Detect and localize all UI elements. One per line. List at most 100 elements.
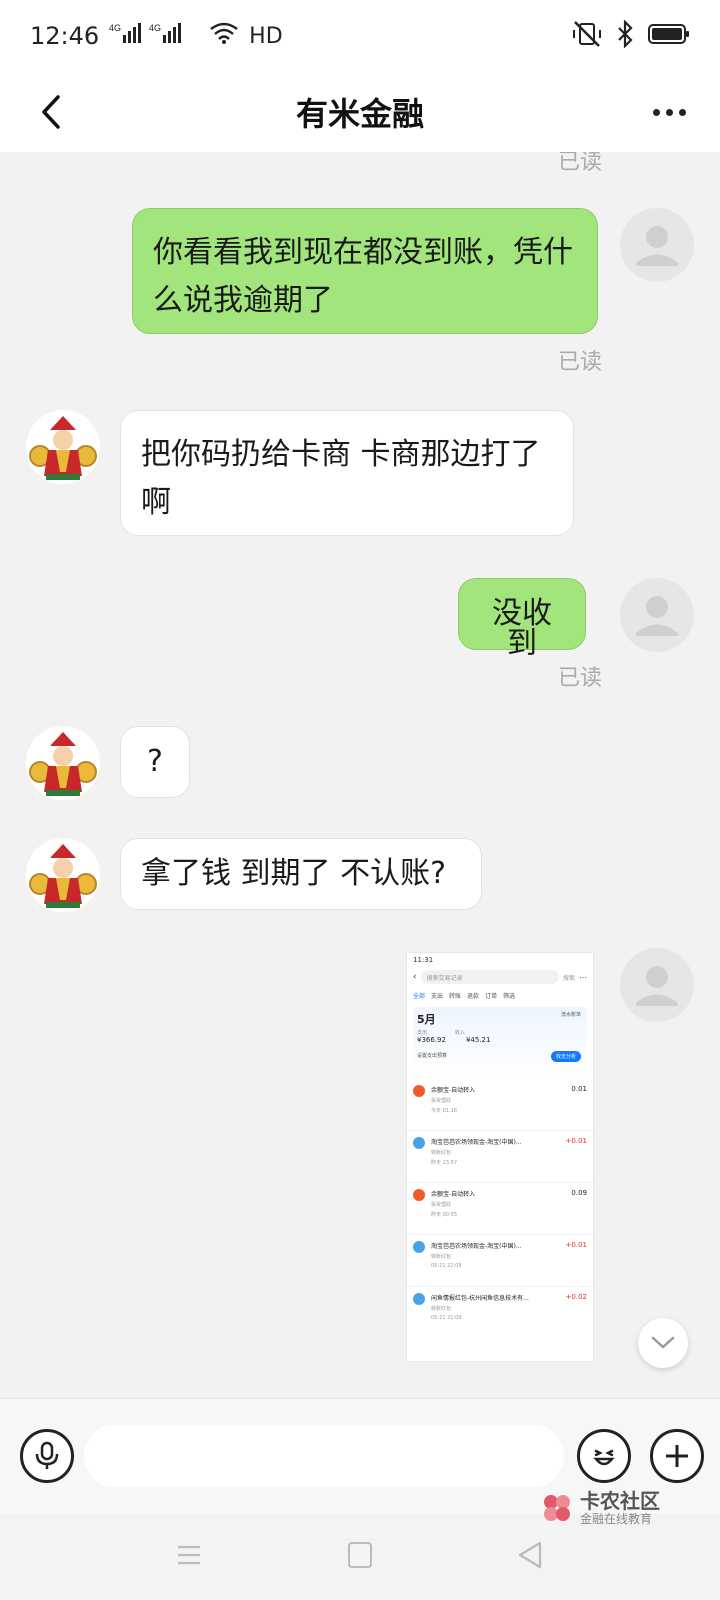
avatar[interactable] [620,948,694,1022]
shot-tab: 订单 [485,993,498,1000]
shot-back-icon: ‹ [413,972,417,982]
shot-tab: 退款 [467,993,480,1000]
shot-record-amount: +0.02 [565,1293,587,1301]
avatar[interactable] [26,838,100,912]
more-dot [652,108,660,116]
shot-searchbar: ‹ 搜索交易记录 搜索 ⋯ [407,967,593,987]
shot-record-sub: 转账红包 [431,1150,452,1156]
menu-icon [178,1545,200,1565]
shot-record-sub: 投资理财 [431,1098,452,1104]
more-button[interactable] [644,86,694,138]
voice-button[interactable] [20,1429,74,1483]
shot-record-amount: +0.01 [565,1241,587,1249]
shot-income-value: ¥45.21 [465,1036,491,1044]
svg-text:4G: 4G [109,23,121,33]
emoji-icon [593,1449,615,1466]
user-avatar-icon [413,1137,425,1149]
shot-statusbar: 11:31 [407,953,593,967]
page-title: 有米金融 [295,95,424,133]
message-bubble-me[interactable]: 你看看我到现在都没到账，凭什么说我逾期了 [132,208,598,334]
back-button[interactable] [26,86,76,138]
shot-record-title: 余额宝-自动转入 [431,1191,476,1198]
chevron-down-icon [651,1336,675,1349]
svg-text:4G: 4G [149,23,161,33]
shot-more-icon: ⋯ [579,972,587,982]
shot-tab: 转账 [449,993,462,1000]
message-bubble-them[interactable]: 拿了钱 到期了 不认账? [120,838,482,910]
status-right [572,19,690,52]
read-receipt: 已读 [557,152,602,175]
status-left: 12:46 4G 4G HD [30,21,283,51]
watermark-subtitle: 金融在线教育 [580,1512,653,1526]
shot-record-sub: 转账红包 [431,1254,452,1260]
shot-summary-card: 5月 流水账单 支出 收入 ¥366.92 ¥45.21 设置支出预算 收支分析 [413,1007,587,1077]
kanong-logo-icon [544,1495,570,1521]
shot-record-amount: 0.01 [571,1085,587,1093]
shot-record: 闲鱼情报红包-杭州闲鱼信息技术有... 转账红包 05-21 21:09 +0.… [407,1287,593,1339]
bluetooth-icon [616,19,634,52]
message-bubble-them[interactable]: 把你码扔给卡商 卡商那边打了啊 [120,410,574,536]
avatar[interactable] [620,208,694,282]
watermark-title: 卡农社区 [580,1489,660,1513]
shot-search-input: 搜索交易记录 [420,970,559,984]
user-avatar-icon [413,1241,425,1253]
avatar[interactable] [620,578,694,652]
message-input[interactable] [84,1425,564,1487]
shot-tab: 筛选 [503,993,516,1000]
shot-time: 11:31 [413,956,434,964]
chat-area[interactable]: 已读 你看看我到现在都没到账，凭什么说我逾期了 已读 把你码扔给卡商 卡商那边打… [0,152,720,1398]
shot-record-time: 今天 01:16 [431,1108,457,1114]
shot-record-title: 闲鱼情报红包-杭州闲鱼信息技术有... [431,1295,529,1302]
system-nav-bar [0,1514,720,1600]
user-avatar-icon [636,596,678,636]
plus-button[interactable] [650,1429,704,1483]
shot-analysis-button: 收支分析 [550,1051,581,1062]
shot-record-time: 昨天 23:57 [431,1160,457,1166]
back-triangle-icon [518,1541,542,1569]
home-button[interactable] [348,1542,372,1568]
message-bubble-me[interactable]: 没收到 [458,578,586,659]
shot-record-time: 05-21 21:09 [431,1315,462,1321]
avatar[interactable] [26,410,100,484]
hd-indicator: HD [249,23,283,49]
shot-income-label: 收入 [455,1030,466,1036]
shot-record: 淘宝芭芭农场领现金-淘宝(中国)... 转账红包 昨天 23:57 +0.01 [407,1131,593,1183]
avatar[interactable] [26,726,100,800]
shot-tab: 支出 [431,993,444,1000]
shot-record-title: 淘宝芭芭农场领现金-淘宝(中国)... [431,1243,522,1250]
signal-icon: 4G 4G [109,21,199,51]
shot-record-amount: 0.09 [571,1189,587,1197]
shot-record-title: 淘宝芭芭农场领现金-淘宝(中国)... [431,1139,522,1146]
status-bar: 12:46 4G 4G HD [0,0,720,72]
shot-record-title: 余额宝-自动转入 [431,1087,476,1094]
shot-record-time: 昨天 00:55 [431,1212,457,1218]
user-avatar-icon [636,226,678,266]
read-receipt: 已读 [557,666,602,691]
shot-record-amount: +0.01 [565,1137,587,1145]
more-dot [665,108,673,116]
wifi-icon [209,21,239,51]
image-message[interactable]: 11:31 ‹ 搜索交易记录 搜索 ⋯ 全部 支出 转账 退款 订单 筛选 5月… [406,952,594,1362]
plus-icon [666,1445,688,1467]
alipay-yuebao-icon [413,1189,425,1201]
scroll-to-bottom-button[interactable] [638,1318,688,1368]
shot-tabs: 全部 支出 转账 退款 订单 筛选 [407,987,593,1005]
shot-bill-link: 流水账单 [560,1012,581,1018]
shot-record-sub: 转账红包 [431,1306,452,1312]
emoji-button[interactable] [577,1429,631,1483]
message-bubble-them[interactable]: ? [120,726,190,798]
shot-month: 5月 [417,1013,436,1026]
shot-record-time: 05-21 22:09 [431,1263,462,1269]
caishen-avatar-icon [26,838,100,912]
shot-expense-value: ¥366.92 [417,1036,446,1044]
shot-tab: 全部 [413,993,426,1000]
system-back-button[interactable] [516,1540,544,1570]
caishen-avatar-icon [26,410,100,484]
mute-vibrate-icon [572,20,602,52]
caishen-avatar-icon [26,726,100,800]
shot-record-sub: 投资理财 [431,1202,452,1208]
read-receipt: 已读 [557,350,602,375]
shot-expense-label: 支出 [417,1030,428,1036]
clock: 12:46 [30,22,100,50]
recent-apps-button[interactable] [176,1542,202,1568]
